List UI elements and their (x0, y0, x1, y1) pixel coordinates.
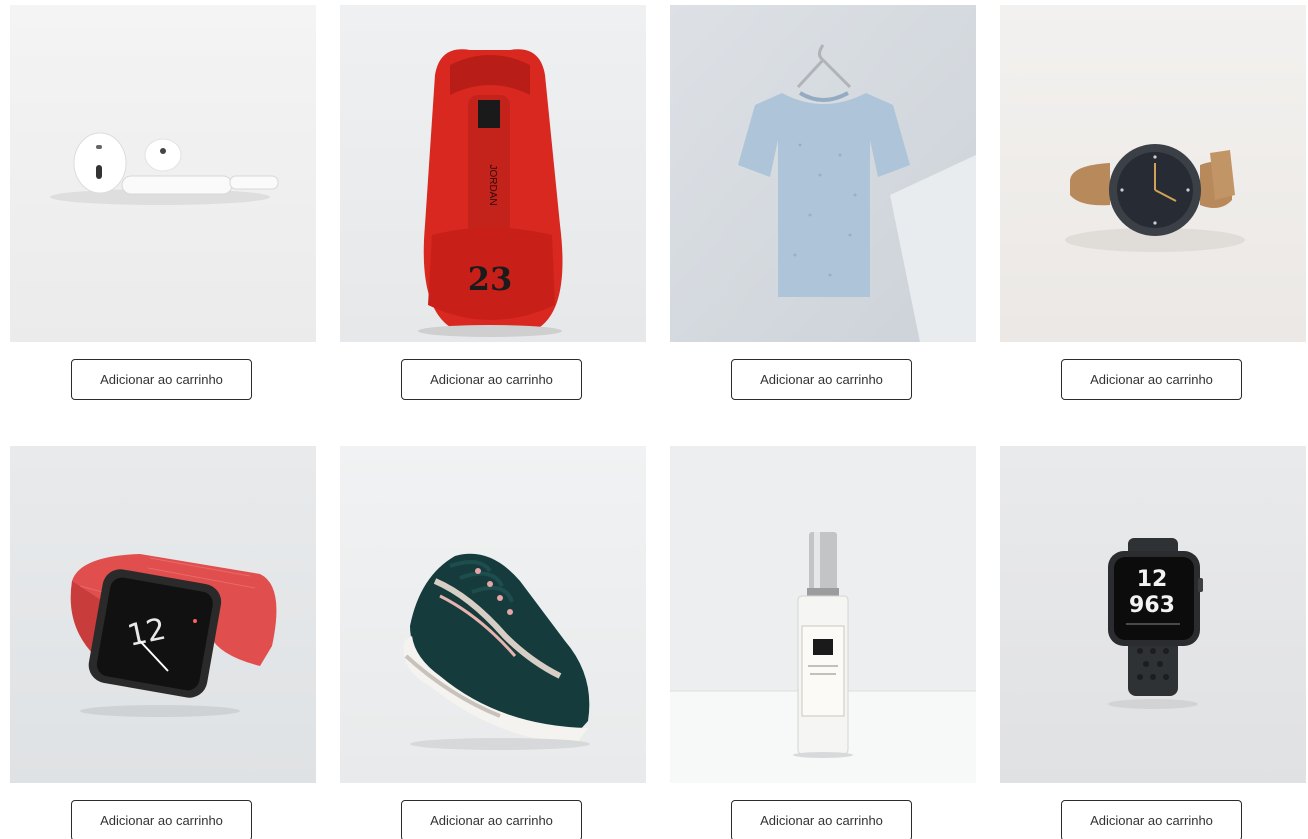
add-to-cart-button[interactable]: Adicionar ao carrinho (731, 359, 912, 400)
tshirt-image[interactable] (670, 5, 976, 342)
product-card-wristwatch: Adicionar ao carrinho (1000, 5, 1306, 400)
black-smartwatch-image[interactable]: 12 963 (1000, 446, 1306, 783)
smartwatch-icon: 12 963 (1000, 446, 1306, 783)
sneaker-icon: 23 JORDAN (340, 5, 646, 342)
product-card-red-smartwatch: 12 Adicionar ao carrinho (10, 446, 316, 839)
add-to-cart-button[interactable]: Adicionar ao carrinho (731, 800, 912, 839)
product-card-black-smartwatch: 12 963 Adicionar ao carrinho (1000, 446, 1306, 839)
product-card-perfume: Adicionar ao carrinho (670, 446, 976, 839)
perfume-image[interactable] (670, 446, 976, 783)
add-to-cart-button[interactable]: Adicionar ao carrinho (401, 800, 582, 839)
sneaker-icon (340, 446, 646, 783)
brand-text: JORDAN (487, 164, 498, 205)
red-smartwatch-image[interactable]: 12 (10, 446, 316, 783)
watch-face-bottom: 963 (1129, 593, 1175, 618)
airpods-icon (10, 5, 316, 342)
red-sneaker-image[interactable]: 23 JORDAN (340, 5, 646, 342)
airpods-image[interactable] (10, 5, 316, 342)
jersey-number: 23 (468, 260, 513, 298)
product-grid: Adicionar ao carrinho 23 JORDAN Adiciona… (0, 0, 1308, 839)
add-to-cart-button[interactable]: Adicionar ao carrinho (71, 359, 252, 400)
product-card-green-sneaker: Adicionar ao carrinho (340, 446, 646, 839)
watch-face-top: 12 (1137, 567, 1168, 592)
smartwatch-icon: 12 (10, 446, 316, 783)
add-to-cart-button[interactable]: Adicionar ao carrinho (1061, 359, 1242, 400)
green-sneaker-image[interactable] (340, 446, 646, 783)
tshirt-icon (670, 5, 976, 342)
product-card-airpods: Adicionar ao carrinho (10, 5, 316, 400)
product-card-tshirt: Adicionar ao carrinho (670, 5, 976, 400)
perfume-icon (670, 446, 976, 783)
product-card-red-sneaker: 23 JORDAN Adicionar ao carrinho (340, 5, 646, 400)
add-to-cart-button[interactable]: Adicionar ao carrinho (401, 359, 582, 400)
wristwatch-image[interactable] (1000, 5, 1306, 342)
add-to-cart-button[interactable]: Adicionar ao carrinho (71, 800, 252, 839)
watch-icon (1000, 5, 1306, 342)
add-to-cart-button[interactable]: Adicionar ao carrinho (1061, 800, 1242, 839)
